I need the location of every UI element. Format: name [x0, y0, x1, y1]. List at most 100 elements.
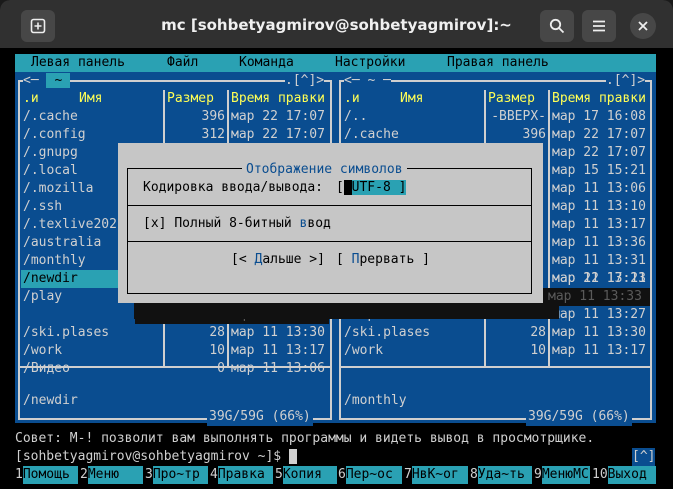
file-time: мар 15 15:21	[552, 163, 646, 178]
table-row[interactable]: /ski.plases 28 мар 11 13:30	[21, 324, 329, 342]
file-size: 10	[209, 343, 225, 358]
fkey-7[interactable]: 7НвК~ог	[404, 466, 468, 484]
file-time: мар 11 13:17	[552, 217, 646, 232]
col-header-n: .и	[23, 91, 39, 106]
table-row[interactable]: /Видео 0 мар 11 13:06	[21, 360, 329, 378]
fkey-1[interactable]: 1Помощь	[15, 466, 78, 484]
fkey-number: 4	[210, 467, 218, 482]
fkey-5[interactable]: 5Копия	[275, 466, 337, 484]
file-size: -ВВЕРХ-	[491, 109, 546, 124]
col-header-time[interactable]: Время правки	[231, 90, 325, 108]
col-header-size[interactable]: Размер	[167, 90, 214, 108]
menu-button[interactable]	[582, 10, 616, 42]
fkey-2[interactable]: 2Меню	[80, 466, 143, 484]
table-row[interactable]: /ski.plases 28 мар 11 13:30	[342, 324, 650, 342]
table-row[interactable]: /work 10 мар 11 13:17	[342, 342, 650, 360]
fkey-number: 1	[15, 467, 23, 482]
table-row[interactable]: /.cache 396 мар 22 17:07	[21, 108, 329, 126]
file-size: 312	[201, 127, 225, 142]
file-time: мар 11 13:30	[231, 325, 325, 340]
fkey-label: Помощь	[22, 466, 78, 484]
file-size: 10	[530, 343, 546, 358]
fkey-number: 3	[145, 467, 153, 482]
fkey-label: НвК~ог	[411, 466, 468, 484]
col-header-name[interactable]: Имя	[400, 90, 423, 108]
file-time: мар 11 13:17	[231, 343, 325, 358]
file-time: мар 22 17:07	[231, 109, 325, 124]
file-name: /work	[23, 343, 63, 358]
file-size: 28	[209, 325, 225, 340]
close-icon	[638, 21, 648, 31]
file-name: /.texlive202	[23, 217, 117, 232]
file-time: мар 11 13:36	[552, 235, 646, 250]
file-time: мар 11 13:06	[231, 361, 325, 376]
table-row[interactable]: /.config 312 мар 22 17:07	[21, 126, 329, 144]
fkey-label: Выход	[607, 466, 656, 484]
fkey-label: Копия	[282, 466, 337, 484]
file-time: мар 11 13:33	[548, 289, 642, 304]
fkey-6[interactable]: 6Пер~ос	[338, 466, 402, 484]
left-disk-usage: 39G/59G (66%)	[207, 408, 313, 426]
file-name: /Видео	[23, 361, 70, 376]
terminal-area[interactable]: Левая панель Файл Команда Настройки Прав…	[0, 48, 673, 489]
file-name: /work	[344, 343, 384, 358]
fkey-number: 5	[275, 467, 283, 482]
file-name: /.config	[23, 127, 86, 142]
hint-line: Совет: M-! позволит вам выполнять програ…	[15, 431, 595, 446]
checkbox-mark[interactable]: [x]	[143, 216, 166, 231]
file-time: мар 22 17:07	[231, 127, 325, 142]
col-header-name[interactable]: Имя	[79, 90, 102, 108]
hamburger-icon	[593, 20, 605, 32]
search-button[interactable]	[540, 10, 574, 42]
fkey-9[interactable]: 9МенюMC	[534, 466, 590, 484]
menu-file[interactable]: Файл	[167, 54, 198, 72]
fkey-number: 9	[534, 467, 542, 482]
menu-left-panel[interactable]: Левая панель	[31, 54, 125, 72]
file-time: мар 11 13:06	[552, 181, 646, 196]
fkey-number: 7	[404, 467, 412, 482]
fkey-label: Правка	[217, 466, 273, 484]
prompt-corner[interactable]: [^]	[632, 448, 656, 466]
fkey-number: 2	[80, 467, 88, 482]
file-name: /ski.plases	[344, 325, 431, 340]
col-header-size[interactable]: Размер	[488, 90, 535, 108]
fkey-8[interactable]: 8Уда~ть	[470, 466, 532, 484]
right-panel-corner[interactable]: .[^]>	[606, 72, 646, 90]
file-time: мар 22 17:07	[552, 127, 646, 142]
left-panel-corner[interactable]: .[^]>	[285, 72, 325, 90]
menu-command[interactable]: Команда	[239, 54, 294, 72]
table-row[interactable]: /work 10 мар 11 13:17	[21, 342, 329, 360]
file-name: /newdir	[23, 271, 78, 286]
fkey-10[interactable]: 10Выход	[592, 466, 656, 484]
table-row[interactable]: /.cache 396 мар 22 17:07	[342, 126, 650, 144]
full-8bit-checkbox[interactable]: [x] Полный 8-битный ввод	[143, 215, 331, 233]
menu-settings[interactable]: Настройки	[335, 54, 405, 72]
right-status-divider	[339, 366, 652, 368]
next-button[interactable]: [< Дальше >]	[231, 251, 325, 269]
close-button[interactable]	[630, 13, 656, 39]
right-panel-tab: <─ ~ ─	[344, 72, 391, 90]
dialog-divider	[127, 205, 532, 206]
fkey-4[interactable]: 4Правка	[210, 466, 273, 484]
table-row[interactable]: /.. -ВВЕРХ-мар 17 16:08	[342, 108, 650, 126]
menu-right-panel[interactable]: Правая панель	[447, 54, 549, 72]
file-name: /.cache	[23, 109, 78, 124]
col-header-time[interactable]: Время правки	[552, 90, 646, 108]
file-name: /play	[23, 289, 63, 304]
file-time: мар 11 13:10	[552, 199, 646, 214]
file-size: 28	[530, 325, 546, 340]
encoding-label: Кодировка ввода/вывода:	[143, 180, 324, 195]
left-panel-tab: <─ ~	[23, 72, 71, 90]
fkey-3[interactable]: 3Про~тр	[145, 466, 208, 484]
shell-prompt[interactable]: [sohbetyagmirov@sohbetyagmirov ~]$	[15, 448, 297, 466]
search-icon	[549, 18, 565, 34]
fkey-number: 6	[338, 467, 346, 482]
encoding-selector[interactable]: [ UTF-8 ]	[336, 179, 407, 197]
abort-button[interactable]: [ Прервать ]	[336, 251, 430, 269]
fkey-label: МенюMC	[541, 466, 590, 484]
file-name: /monthly	[23, 253, 86, 268]
file-size: 396	[522, 127, 546, 142]
file-name: /.ssh	[23, 199, 63, 214]
left-status-line: /newdir	[23, 393, 78, 408]
terminal-window: mc [sohbetyagmirov@sohbetyagmirov]:~ Лев…	[0, 0, 673, 489]
